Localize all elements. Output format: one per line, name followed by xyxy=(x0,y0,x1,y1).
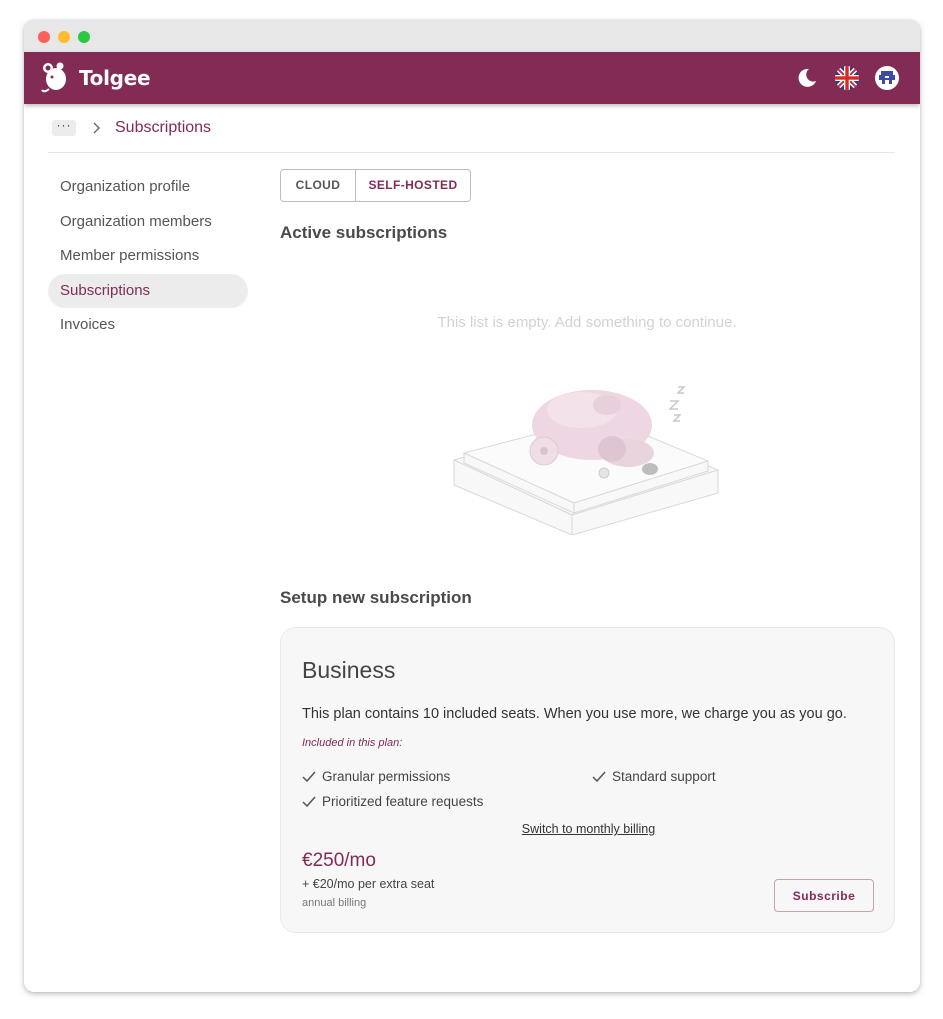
breadcrumb: ··· Subscriptions xyxy=(52,116,211,140)
user-avatar-icon[interactable] xyxy=(875,66,899,90)
brand-name[interactable]: Tolgee xyxy=(79,66,151,90)
toggle-cloud-button[interactable]: Cloud xyxy=(280,169,356,202)
feature-label: Granular permissions xyxy=(322,769,451,784)
app-bar: Tolgee xyxy=(24,52,920,104)
plan-card-business: Business This plan contains 10 included … xyxy=(280,627,895,933)
plan-price: €250/mo xyxy=(302,850,376,871)
sidebar-item-subscriptions[interactable]: Subscriptions xyxy=(48,273,248,308)
sidebar-item-organization-members[interactable]: Organization members xyxy=(48,205,248,239)
switch-billing-link[interactable]: Switch to monthly billing xyxy=(281,822,896,836)
sleeping-mouse-illustration xyxy=(452,386,720,535)
subscribe-button[interactable]: Subscribe xyxy=(774,879,874,912)
billing-period-note: annual billing xyxy=(302,897,367,909)
close-window-button[interactable] xyxy=(38,31,50,43)
check-icon xyxy=(302,796,316,807)
feature-item: Standard support xyxy=(592,769,716,784)
organization-sidebar: Organization profile Organization member… xyxy=(48,170,248,343)
window-titlebar xyxy=(24,20,920,52)
sidebar-item-invoices[interactable]: Invoices xyxy=(48,308,248,342)
sidebar-item-organization-profile[interactable]: Organization profile xyxy=(48,170,248,204)
included-label: Included in this plan: xyxy=(302,737,403,749)
sidebar-item-member-permissions[interactable]: Member permissions xyxy=(48,239,248,273)
browser-window: Tolgee ··· Subscriptions Organization pr… xyxy=(24,20,920,992)
check-icon xyxy=(592,771,606,782)
breadcrumb-current[interactable]: Subscriptions xyxy=(115,119,211,137)
breadcrumb-divider xyxy=(48,152,895,153)
chevron-right-icon xyxy=(93,122,100,134)
plan-description: This plan contains 10 included seats. Wh… xyxy=(302,706,847,722)
feature-item: Prioritized feature requests xyxy=(302,794,483,809)
setup-subscription-title: Setup new subscription xyxy=(280,588,472,607)
moon-icon[interactable] xyxy=(795,66,819,90)
minimize-window-button[interactable] xyxy=(58,31,70,43)
check-icon xyxy=(302,771,316,782)
breadcrumb-ellipsis-button[interactable]: ··· xyxy=(52,119,76,136)
feature-label: Prioritized feature requests xyxy=(322,794,484,809)
feature-item: Granular permissions xyxy=(302,769,450,784)
active-subscriptions-title: Active subscriptions xyxy=(280,223,448,242)
maximize-window-button[interactable] xyxy=(78,31,90,43)
toggle-self-hosted-button[interactable]: Self-hosted xyxy=(356,169,471,202)
tolgee-logo-icon[interactable] xyxy=(40,61,70,95)
uk-flag-icon[interactable] xyxy=(835,66,859,90)
hosting-type-toggle: Cloud Self-hosted xyxy=(280,169,471,202)
plan-name: Business xyxy=(302,657,396,683)
empty-list-message: This list is empty. Add something to con… xyxy=(437,314,737,331)
feature-label: Standard support xyxy=(612,769,716,784)
extra-seat-price: + €20/mo per extra seat xyxy=(302,877,435,891)
